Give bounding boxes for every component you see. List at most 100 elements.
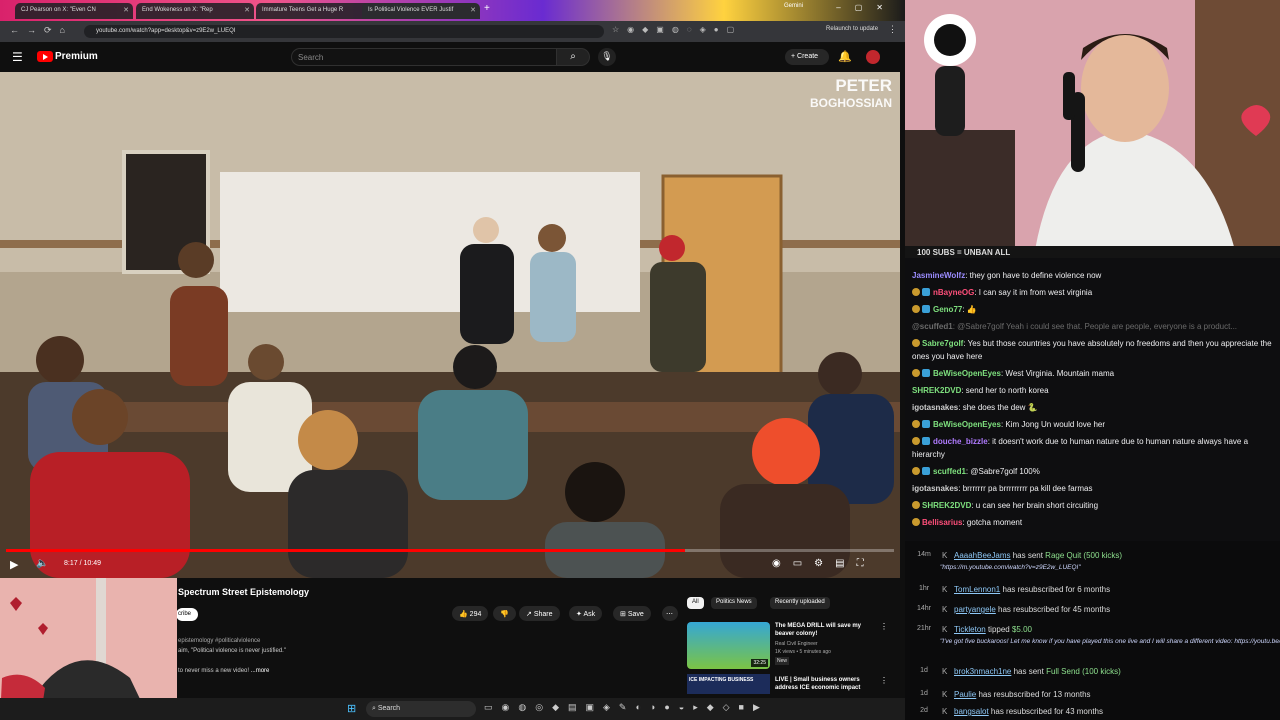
youtube-logo-text[interactable]: Premium (55, 51, 98, 62)
windows-taskbar: ⊞ ⌕ Search ▭◉◍◎◆▤▣◈✎◐◑●◒▸◆◇■▶ (0, 698, 905, 720)
volume-icon[interactable]: 🔈 (36, 558, 48, 569)
channel-watermark: PETER (835, 76, 892, 95)
browser-tab-active[interactable]: Is Political Violence EVER Justif ✕ (362, 3, 480, 19)
chat-username[interactable]: @scuffed1 (912, 322, 953, 331)
play-icon[interactable]: ▶ (10, 558, 18, 571)
recommendation-title[interactable]: The MEGA DRILL will save my beaver colon… (775, 622, 875, 638)
event-description: has resubscribed for 6 months (1000, 585, 1111, 594)
recommendation-channel[interactable]: Real Civil Engineer (775, 641, 818, 647)
chat-badge-icon (922, 305, 930, 313)
event-username[interactable]: bangsalot (954, 707, 989, 716)
share-button[interactable]: ↗ Share (519, 606, 560, 621)
event-username[interactable]: AaaahBeeJams (954, 551, 1010, 560)
event-username[interactable]: brok3nmach1ne (954, 667, 1011, 676)
create-label: Create (797, 53, 819, 60)
subscribe-button[interactable]: cribe (176, 608, 198, 621)
kick-icon: K (942, 551, 948, 560)
progress-bar[interactable] (6, 549, 894, 552)
player-settings-icons[interactable]: ◉▭⚙▤⛶ (772, 558, 876, 569)
extension-icons[interactable]: ☆◉◆▣◍◌◈●▢ (612, 25, 742, 34)
more-options-icon[interactable]: ⋮ (880, 676, 888, 685)
chat-text: they gon have to define violence now (969, 271, 1102, 280)
save-button[interactable]: ⊞ Save (613, 606, 651, 621)
chat-username[interactable]: igotasnakes (912, 484, 958, 493)
windows-start-icon[interactable]: ⊞ (347, 702, 356, 715)
chat-username[interactable]: nBayneOG (933, 288, 974, 297)
more-options-icon[interactable]: ⋮ (880, 622, 888, 631)
chip-politics-news[interactable]: Politics News (711, 597, 757, 609)
nav-buttons[interactable]: ←→⟳⌂ (10, 25, 73, 36)
gemini-button[interactable]: Gemini (784, 3, 803, 9)
chat-username[interactable]: igotasnakes (912, 403, 958, 412)
show-more-link[interactable]: ...more (251, 668, 270, 674)
search-input[interactable]: Search (291, 48, 557, 66)
channel-watermark-sub: BOGHOSSIAN (809, 96, 892, 110)
share-label: Share (533, 611, 553, 618)
relaunch-button[interactable]: Relaunch to update (826, 26, 878, 32)
ask-button[interactable]: ✦ Ask (569, 606, 603, 621)
chat-text: send her to north korea (965, 386, 1049, 395)
like-button[interactable]: 👍 294 (452, 606, 489, 621)
event-username[interactable]: Paulie (954, 690, 976, 699)
event-username[interactable]: TomLennon1 (954, 585, 1000, 594)
avatar[interactable] (866, 50, 880, 64)
chat-username[interactable]: Geno77 (933, 305, 962, 314)
chat-username[interactable]: SHREK2DVD (922, 501, 971, 510)
window-controls[interactable]: –▢✕ (836, 3, 897, 12)
recommendation-thumbnail[interactable]: 32:25 (687, 622, 770, 669)
description-hashtags[interactable]: epistemology #politicalviolence (178, 638, 260, 644)
video-player[interactable]: PETER BOGHOSSIAN ▶ 🔈 8:17 / 10:49 ◉▭⚙▤⛶ (0, 72, 900, 578)
new-tab-icon[interactable]: + (484, 3, 490, 14)
more-actions-icon[interactable]: ⋯ (662, 606, 678, 621)
microphone-icon[interactable]: 🎙 (598, 48, 616, 66)
event-description: has resubscribed for 13 months (976, 690, 1091, 699)
chat-username[interactable]: BeWiseOpenEyes (933, 420, 1001, 429)
hamburger-menu-icon[interactable]: ☰ (12, 50, 23, 64)
event-age: 1d (920, 690, 928, 697)
chip-all[interactable]: All (687, 597, 704, 609)
chat-text: @Sabre7golf Yeah i could see that. Peopl… (957, 322, 1238, 331)
youtube-logo-icon[interactable] (37, 51, 53, 62)
browser-tab[interactable]: Immature Teens Get a Huge R✕ (256, 3, 374, 19)
create-button[interactable]: + Create (785, 49, 829, 65)
chat-badge-icon (912, 467, 920, 475)
chat-username[interactable]: Bellisarius (922, 518, 962, 527)
event-text: TomLennon1 has resubscribed for 6 months (954, 585, 1110, 594)
chat-message: Bellisarius: gotcha moment (905, 514, 1280, 531)
search-icon[interactable]: ⌕ (557, 48, 590, 66)
chat-username[interactable]: JasmineWolfz (912, 271, 965, 280)
browser-tab[interactable]: End Wokeness on X: "Rep ✕ (136, 3, 254, 19)
browser-menu-icon[interactable]: ⋮ (888, 24, 897, 35)
browser-tab[interactable]: CJ Pearson on X: "Even CN ✕ (15, 3, 133, 19)
streamer-webcam (905, 0, 1280, 250)
event-message: "I've got five buckaroos! Let me know if… (940, 638, 1280, 645)
chat-message: igotasnakes: she does the dew 🐍 (905, 399, 1280, 416)
taskbar-search-label: Search (377, 705, 401, 712)
notifications-bell-icon[interactable]: 🔔 (838, 50, 852, 63)
recommendation-title[interactable]: LIVE | Small business owners address ICE… (775, 676, 875, 692)
chat-username[interactable]: douche_bizzle (933, 437, 988, 446)
close-icon[interactable]: ✕ (244, 6, 250, 14)
chat-username[interactable]: BeWiseOpenEyes (933, 369, 1001, 378)
recommendation-thumbnail[interactable]: ICE IMPACTING BUSINESS (687, 674, 770, 694)
stream-events-panel: 14m K AaaahBeeJams has sent Rage Quit (500… (905, 541, 1280, 720)
tab-label: Immature Teens Get a Huge R (262, 7, 344, 13)
like-count: 294 (469, 611, 482, 618)
taskbar-search[interactable]: ⌕ Search (366, 701, 476, 717)
event-username[interactable]: Tickleton (954, 625, 986, 634)
dislike-button[interactable]: 👎 (493, 606, 516, 621)
event-text: partyangele has resubscribed for 45 mont… (954, 605, 1110, 614)
chip-recently-uploaded[interactable]: Recently uploaded (770, 597, 830, 609)
taskbar-app-icons[interactable]: ▭◉◍◎◆▤▣◈✎◐◑●◒▸◆◇■▶ (484, 702, 769, 713)
url-field[interactable]: youtube.com/watch?app=desktop&v=z9E2w_LU… (84, 25, 604, 38)
tab-label: End Wokeness on X: "Rep (142, 7, 213, 13)
close-icon[interactable]: ✕ (470, 6, 476, 14)
chat-badge-icon (922, 288, 930, 296)
chat-username[interactable]: Sabre7golf (922, 339, 963, 348)
chat-username[interactable]: scuffed1 (933, 467, 966, 476)
event-username[interactable]: partyangele (954, 605, 996, 614)
chat-badge-icon (912, 437, 920, 445)
chat-username[interactable]: SHREK2DVD (912, 386, 961, 395)
description-text: to never miss a new video! ...more (178, 668, 269, 674)
close-icon[interactable]: ✕ (123, 6, 129, 14)
